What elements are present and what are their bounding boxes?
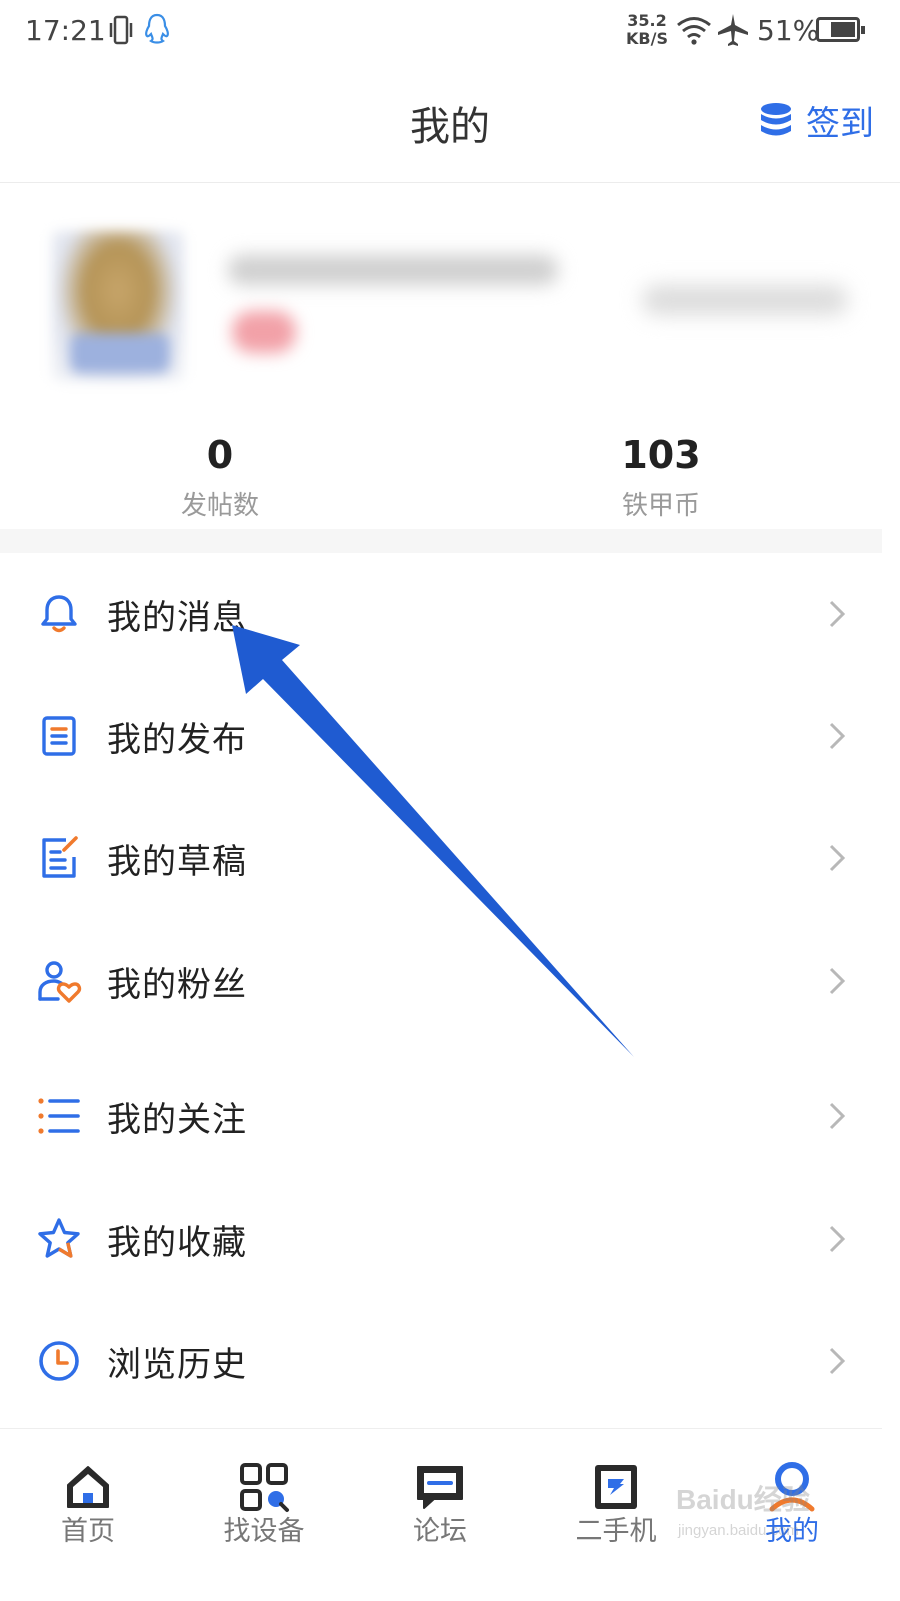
coin-stack-icon [761, 103, 791, 136]
menu-label-favorites: 我的收藏 [107, 1222, 247, 1263]
tab-label-forum: 论坛 [413, 1516, 467, 1547]
stat-coins-label: 铁甲币 [621, 491, 700, 521]
qq-icon [145, 13, 169, 44]
menu-label-fans: 我的粉丝 [107, 964, 247, 1005]
menu-item-drafts[interactable]: 我的草稿 [0, 797, 882, 919]
forum-icon [417, 1466, 463, 1509]
profile-action-blurred[interactable] [642, 285, 848, 315]
stats-row: 0 发帖数 103 铁甲币 [0, 423, 900, 530]
stat-posts-label: 发帖数 [180, 491, 259, 521]
page-header: 我的 签到 [0, 64, 900, 183]
menu-label-messages: 我的消息 [107, 597, 247, 638]
profile-card[interactable] [0, 183, 900, 423]
menu-item-posts[interactable]: 我的发布 [0, 675, 882, 797]
menu-label-following: 我的关注 [107, 1099, 247, 1140]
fans-icon [38, 961, 82, 1003]
menu-item-favorites[interactable]: 我的收藏 [0, 1178, 882, 1300]
tab-label-find-device: 找设备 [223, 1516, 305, 1547]
wifi-icon [677, 17, 711, 45]
menu-label-drafts: 我的草稿 [107, 841, 247, 882]
menu-item-fans[interactable]: 我的粉丝 [0, 920, 882, 1042]
tab-home[interactable]: 首页 [0, 1429, 176, 1601]
user-badge-blurred [232, 311, 296, 353]
document-icon [42, 716, 76, 756]
airplane-mode-icon [718, 14, 748, 46]
chevron-right-icon [829, 722, 846, 750]
menu-label-history: 浏览历史 [107, 1344, 247, 1385]
status-bar: 17:21 35.2 KB/S 51% [0, 0, 900, 64]
signin-label: 签到 [806, 103, 874, 144]
battery-icon [816, 17, 865, 42]
menu-item-history[interactable]: 浏览历史 [0, 1300, 882, 1422]
menu-item-messages[interactable]: 我的消息 [0, 553, 882, 675]
battery-percent: 51% [757, 14, 820, 47]
chevron-right-icon [829, 967, 846, 995]
chevron-right-icon [829, 1102, 846, 1130]
chevron-right-icon [829, 844, 846, 872]
avatar[interactable] [52, 231, 184, 381]
find-device-icon [240, 1463, 289, 1512]
home-icon [67, 1466, 109, 1508]
stat-posts[interactable]: 0 发帖数 [70, 431, 370, 522]
bell-icon [41, 595, 77, 633]
vibrate-icon [109, 15, 133, 45]
chevron-right-icon [829, 600, 846, 628]
signin-button[interactable]: 签到 [758, 98, 874, 144]
star-icon [38, 1218, 80, 1258]
status-time: 17:21 [25, 14, 106, 47]
clock-icon [39, 1341, 79, 1381]
menu-item-following[interactable]: 我的关注 [0, 1055, 882, 1177]
draft-edit-icon [42, 836, 78, 878]
network-speed: 35.2 KB/S [626, 11, 668, 48]
list-icon [38, 1098, 80, 1134]
tab-find-device[interactable]: 找设备 [176, 1429, 352, 1601]
chevron-right-icon [829, 1225, 846, 1253]
baidu-watermark: Baidu经验 jingyan.baidu.com [676, 1484, 810, 1539]
stat-coins-value: 103 [621, 433, 701, 477]
stat-coins[interactable]: 103 铁甲币 [511, 431, 811, 522]
tab-label-home: 首页 [61, 1516, 115, 1547]
section-divider [0, 529, 882, 553]
chevron-right-icon [829, 1347, 846, 1375]
username-blurred [228, 255, 558, 285]
tab-forum[interactable]: 论坛 [352, 1429, 528, 1601]
menu-label-posts: 我的发布 [107, 719, 247, 760]
stat-posts-value: 0 [206, 433, 234, 477]
used-machine-icon [595, 1465, 637, 1509]
